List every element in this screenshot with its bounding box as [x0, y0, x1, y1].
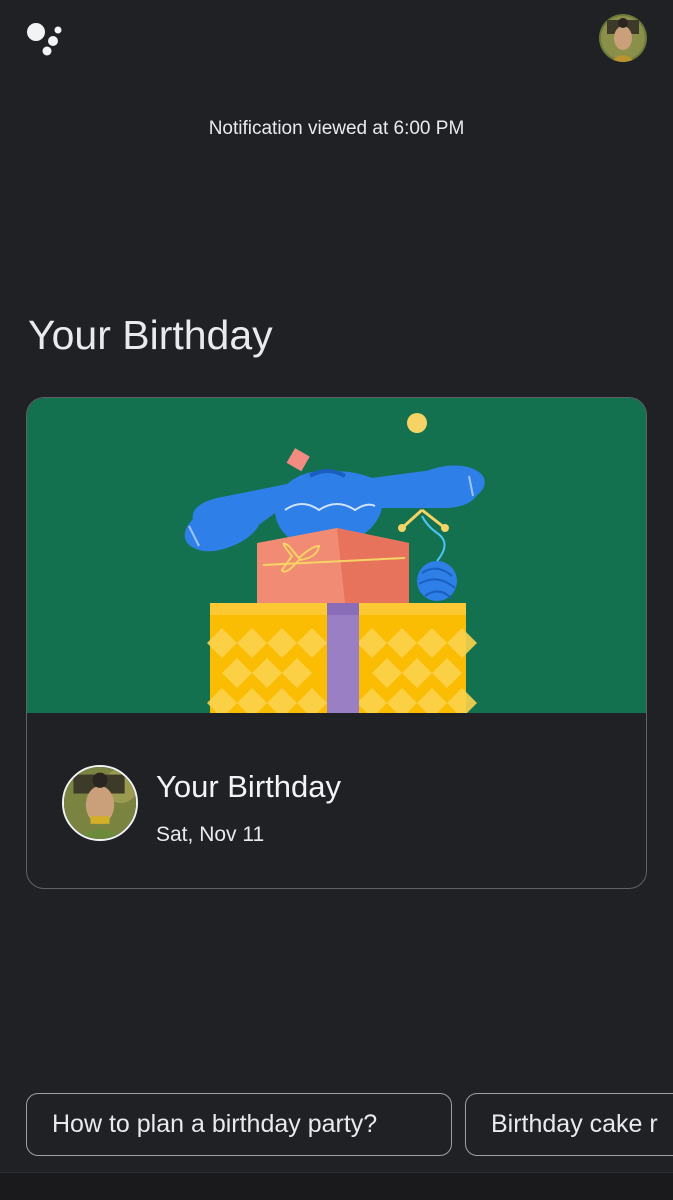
card-illustration [27, 398, 646, 718]
suggestion-chip[interactable]: Birthday cake r [465, 1093, 673, 1156]
google-assistant-dots-icon[interactable] [26, 22, 66, 56]
confetti-dot [407, 413, 427, 433]
card-title: Your Birthday [156, 769, 341, 804]
profile-avatar[interactable] [599, 14, 647, 62]
suggestion-chip[interactable]: How to plan a birthday party? [26, 1093, 452, 1156]
birthday-card[interactable]: Your Birthday Sat, Nov 11 [26, 397, 647, 889]
yellow-gift-box [207, 603, 477, 718]
assistant-screen: Notification viewed at 6:00 PM Your Birt… [0, 0, 673, 1200]
section-title: Your Birthday [28, 312, 273, 358]
suggestion-chips: How to plan a birthday party? Birthday c… [26, 1093, 673, 1159]
confetti-square [286, 448, 310, 472]
notification-status: Notification viewed at 6:00 PM [208, 118, 465, 139]
pink-gift-box [257, 528, 409, 603]
bottom-bar [0, 1172, 673, 1200]
card-date: Sat, Nov 11 [156, 823, 265, 846]
card-avatar [62, 765, 138, 841]
card-footer: Your Birthday Sat, Nov 11 [27, 713, 646, 888]
